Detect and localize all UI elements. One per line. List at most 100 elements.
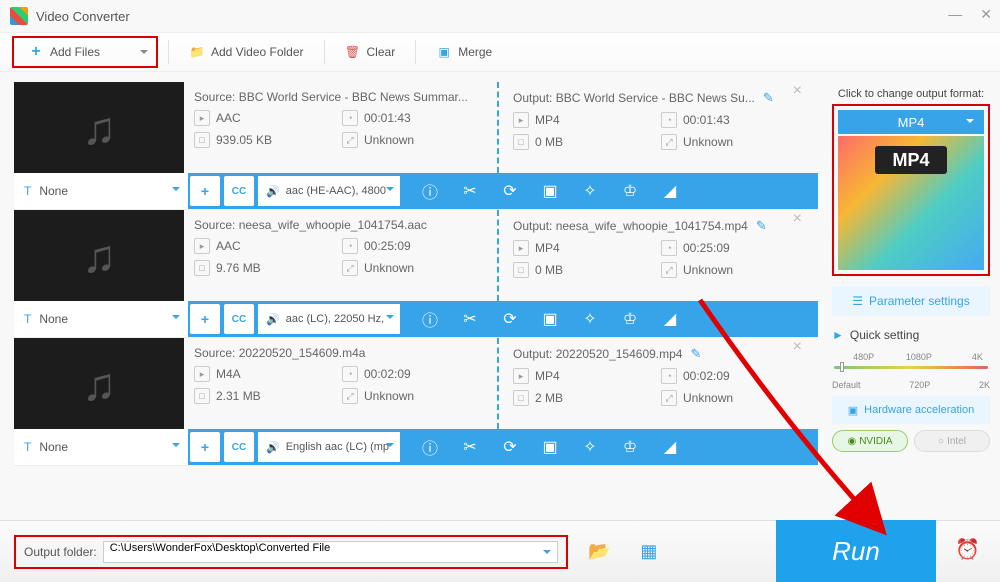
codec-icon: ▸ bbox=[194, 366, 210, 382]
audio-codec-select[interactable]: 🔊aac (HE-AAC), 4800 bbox=[258, 176, 400, 206]
title-select[interactable]: TNone bbox=[14, 173, 188, 209]
toolbar: + Add Files 📁 Add Video Folder 🗑 Clear ▣… bbox=[0, 32, 1000, 72]
source-label: Source: BBC World Service - BBC News Sum… bbox=[194, 90, 487, 104]
cut-icon[interactable]: ✂ bbox=[460, 437, 480, 457]
crop-icon[interactable]: ▣ bbox=[540, 309, 560, 329]
parameter-settings-button[interactable]: ☰ Parameter settings bbox=[832, 286, 990, 316]
arrow-right-icon: ► bbox=[832, 328, 844, 342]
effects-icon[interactable]: ✧ bbox=[580, 309, 600, 329]
output-folder-input[interactable]: C:\Users\WonderFox\Desktop\Converted Fil… bbox=[103, 541, 558, 563]
cc-button[interactable]: CC bbox=[224, 304, 254, 334]
add-files-button[interactable]: + Add Files bbox=[12, 36, 158, 68]
add-subtitle-button[interactable]: + bbox=[190, 432, 220, 462]
output-folder-label: Output folder: bbox=[24, 545, 97, 559]
dimension-icon: ⤢ bbox=[342, 260, 358, 276]
scheduler-icon[interactable]: ⏰ bbox=[955, 537, 980, 562]
cut-icon[interactable]: ✂ bbox=[460, 309, 480, 329]
app-logo-icon bbox=[10, 7, 28, 25]
audio-codec-select[interactable]: 🔊aac (LC), 22050 Hz, bbox=[258, 304, 400, 334]
chip-icon: ▣ bbox=[848, 404, 858, 417]
source-label: Source: neesa_wife_whoopie_1041754.aac bbox=[194, 218, 487, 232]
rotate-icon[interactable]: ⟳ bbox=[500, 309, 520, 329]
thumbnail[interactable]: ♫ bbox=[14, 210, 184, 302]
format-hint: Click to change output format: bbox=[832, 88, 990, 100]
clear-label: Clear bbox=[367, 45, 396, 59]
edit-output-icon[interactable]: ✎ bbox=[690, 346, 701, 361]
add-subtitle-button[interactable]: + bbox=[190, 176, 220, 206]
quality-slider[interactable]: 480P 1080P 4K bbox=[832, 352, 990, 378]
add-subtitle-button[interactable]: + bbox=[190, 304, 220, 334]
output-folder-box: Output folder: C:\Users\WonderFox\Deskto… bbox=[14, 535, 568, 569]
codec-icon: ▸ bbox=[194, 238, 210, 254]
source-label: Source: 20220520_154609.m4a bbox=[194, 346, 487, 360]
close-icon[interactable]: ✕ bbox=[980, 6, 992, 23]
clear-button[interactable]: 🗑 Clear bbox=[331, 34, 410, 70]
remove-item-icon[interactable]: × bbox=[793, 338, 802, 356]
thumbnail[interactable]: ♫ bbox=[14, 82, 184, 174]
intel-icon: ○ bbox=[938, 436, 944, 447]
more-icon[interactable]: ◢ bbox=[660, 181, 680, 201]
edit-output-icon[interactable]: ✎ bbox=[756, 218, 767, 233]
remove-item-icon[interactable]: × bbox=[793, 82, 802, 100]
size-icon: □ bbox=[194, 132, 210, 148]
codec-icon: ▸ bbox=[513, 240, 529, 256]
merge-icon: ▣ bbox=[436, 44, 452, 60]
add-folder-label: Add Video Folder bbox=[211, 45, 304, 59]
codec-icon: ▸ bbox=[513, 368, 529, 384]
effects-icon[interactable]: ✧ bbox=[580, 437, 600, 457]
video-join-icon[interactable]: ▦ bbox=[640, 541, 657, 562]
merge-label: Merge bbox=[458, 45, 492, 59]
nvidia-badge[interactable]: ◉NVIDIA bbox=[832, 430, 908, 452]
codec-icon: ▸ bbox=[513, 112, 529, 128]
info-icon[interactable]: ⓘ bbox=[420, 179, 440, 203]
output-label: Output: neesa_wife_whoopie_1041754.mp4 bbox=[513, 219, 748, 233]
dimension-icon: ⤢ bbox=[342, 132, 358, 148]
nvidia-icon: ◉ bbox=[847, 436, 856, 447]
intel-badge[interactable]: ○Intel bbox=[914, 430, 990, 452]
clock-icon: ◔ bbox=[342, 366, 358, 382]
title-select[interactable]: TNone bbox=[14, 301, 188, 337]
minimize-icon[interactable]: — bbox=[948, 6, 962, 23]
crop-icon[interactable]: ▣ bbox=[540, 181, 560, 201]
size-icon: □ bbox=[513, 262, 529, 278]
output-format-selector[interactable]: MP4 MP4 bbox=[832, 104, 990, 276]
dimension-icon: ⤢ bbox=[661, 262, 677, 278]
size-icon: □ bbox=[194, 260, 210, 276]
add-folder-button[interactable]: 📁 Add Video Folder bbox=[175, 34, 318, 70]
run-button[interactable]: Run bbox=[776, 520, 936, 582]
rotate-icon[interactable]: ⟳ bbox=[500, 181, 520, 201]
dropdown-caret-icon bbox=[543, 550, 551, 558]
format-dropdown[interactable]: MP4 bbox=[838, 110, 984, 134]
more-icon[interactable]: ◢ bbox=[660, 437, 680, 457]
crop-icon[interactable]: ▣ bbox=[540, 437, 560, 457]
thumbnail[interactable]: ♫ bbox=[14, 338, 184, 430]
more-icon[interactable]: ◢ bbox=[660, 309, 680, 329]
cc-button[interactable]: CC bbox=[224, 432, 254, 462]
file-list: × ♫ Source: BBC World Service - BBC News… bbox=[14, 82, 818, 466]
watermark-icon[interactable]: ♔ bbox=[620, 309, 640, 329]
browse-folder-icon[interactable]: 📂 bbox=[588, 541, 610, 562]
add-files-label: Add Files bbox=[50, 45, 100, 59]
clock-icon: ◔ bbox=[342, 238, 358, 254]
watermark-icon[interactable]: ♔ bbox=[620, 181, 640, 201]
effects-icon[interactable]: ✧ bbox=[580, 181, 600, 201]
merge-button[interactable]: ▣ Merge bbox=[422, 34, 506, 70]
cut-icon[interactable]: ✂ bbox=[460, 181, 480, 201]
rotate-icon[interactable]: ⟳ bbox=[500, 437, 520, 457]
slider-thumb[interactable] bbox=[840, 362, 844, 372]
audio-codec-select[interactable]: 🔊English aac (LC) (mp bbox=[258, 432, 400, 462]
remove-item-icon[interactable]: × bbox=[793, 210, 802, 228]
codec-icon: ▸ bbox=[194, 110, 210, 126]
edit-output-icon[interactable]: ✎ bbox=[763, 90, 774, 105]
title-select[interactable]: TNone bbox=[14, 429, 188, 465]
watermark-icon[interactable]: ♔ bbox=[620, 437, 640, 457]
right-panel: Click to change output format: MP4 MP4 ☰… bbox=[832, 88, 990, 452]
plus-icon: + bbox=[28, 44, 44, 60]
app-title: Video Converter bbox=[36, 9, 130, 24]
info-icon[interactable]: ⓘ bbox=[420, 435, 440, 459]
music-note-icon: ♫ bbox=[82, 357, 117, 411]
cc-button[interactable]: CC bbox=[224, 176, 254, 206]
hardware-acceleration-button[interactable]: ▣ Hardware acceleration bbox=[832, 396, 990, 424]
info-icon[interactable]: ⓘ bbox=[420, 307, 440, 331]
dimension-icon: ⤢ bbox=[661, 134, 677, 150]
